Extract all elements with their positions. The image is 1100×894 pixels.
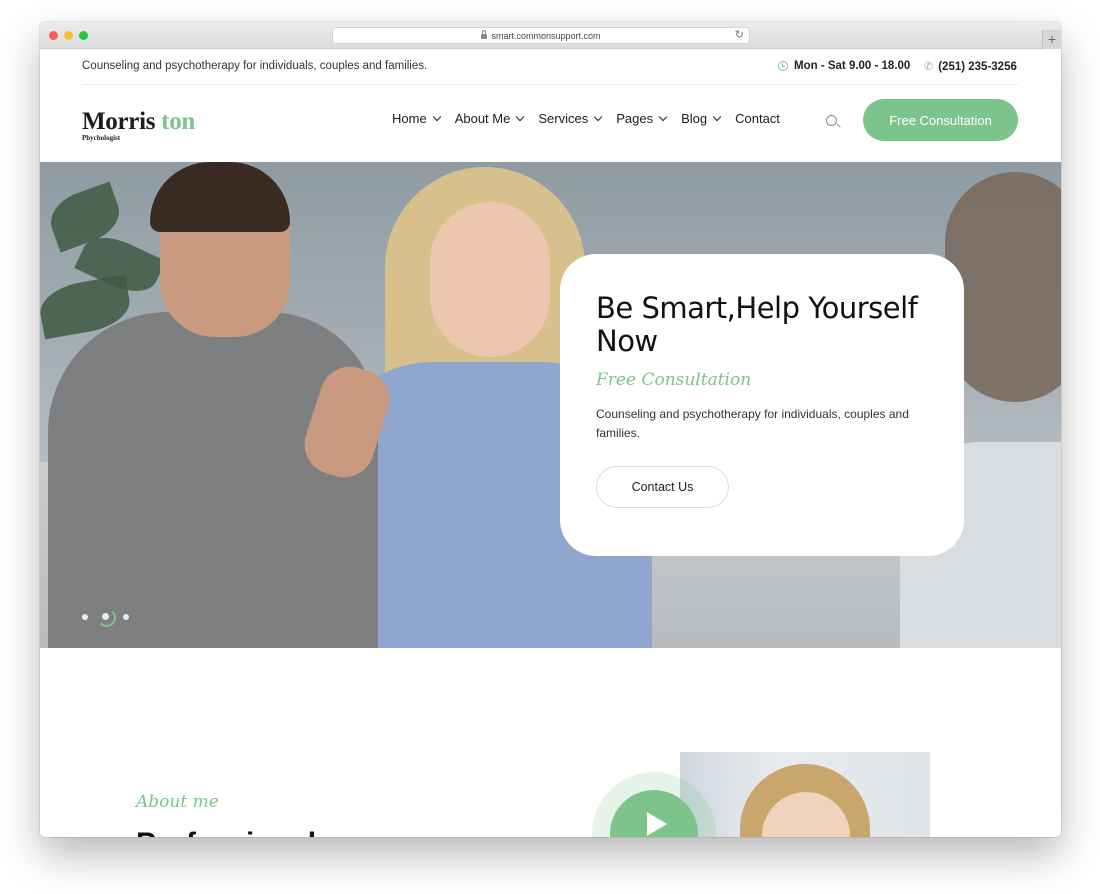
new-tab-button[interactable]: + xyxy=(1042,30,1061,49)
nav-item-contact[interactable]: Contact xyxy=(735,111,780,126)
reload-icon[interactable]: ↻ xyxy=(735,28,744,41)
topbar-divider xyxy=(82,84,1018,85)
opening-hours: Mon - Sat 9.00 - 18.00 xyxy=(778,60,910,72)
man-figure-body xyxy=(48,312,378,648)
nav-item-pages[interactable]: Pages xyxy=(616,111,668,126)
about-section-heading: Professional xyxy=(136,827,316,837)
free-consultation-button[interactable]: Free Consultation xyxy=(863,99,1018,141)
nav-item-label: About Me xyxy=(454,111,511,126)
nav-item-home[interactable]: Home xyxy=(392,111,441,126)
nav-item-label: Home xyxy=(392,111,427,126)
phone-number-text: (251) 235-3256 xyxy=(938,60,1017,73)
slider-pagination xyxy=(82,608,143,627)
slider-dot[interactable] xyxy=(123,613,129,620)
minimize-window-icon[interactable] xyxy=(64,31,73,40)
close-window-icon[interactable] xyxy=(49,31,58,40)
about-photo xyxy=(680,752,930,837)
opening-hours-text: Mon - Sat 9.00 - 18.00 xyxy=(794,60,911,72)
site-logo[interactable]: Morris ton Phychologist xyxy=(82,108,195,142)
search-icon[interactable] xyxy=(826,115,837,126)
lock-icon xyxy=(481,30,488,39)
contact-us-button[interactable]: Contact Us xyxy=(596,466,729,508)
phone-number[interactable]: ✆ (251) 235-3256 xyxy=(924,60,1017,74)
woman-figure-face xyxy=(430,202,550,357)
play-icon xyxy=(647,812,667,836)
nav-item-services[interactable]: Services xyxy=(538,111,603,126)
hero-description: Counseling and psychotherapy for individ… xyxy=(596,407,909,440)
main-navigation: Home About Me Services Pages Blog Contac… xyxy=(392,111,795,126)
top-info-bar: Counseling and psychotherapy for individ… xyxy=(40,49,1061,85)
chevron-down-icon xyxy=(593,112,603,121)
phone-icon: ✆ xyxy=(924,61,934,73)
nav-item-label: Pages xyxy=(616,111,654,126)
chevron-down-icon xyxy=(516,112,525,121)
nav-item-label: Contact xyxy=(735,111,780,126)
about-section-label: About me xyxy=(136,792,219,812)
chevron-down-icon xyxy=(432,112,441,121)
address-bar[interactable]: smart.commonsupport.com ↻ xyxy=(332,27,750,44)
nav-item-label: Blog xyxy=(681,111,708,126)
hero-title: Be Smart,Help Yourself Now xyxy=(596,291,918,358)
topbar-tagline: Counseling and psychotherapy for individ… xyxy=(82,60,428,72)
browser-window: smart.commonsupport.com ↻ + Counseling a… xyxy=(40,22,1061,837)
hero-card: Be Smart,Help Yourself Now Free Consulta… xyxy=(560,254,964,556)
clock-icon xyxy=(778,61,788,71)
hero-slider: Be Smart,Help Yourself Now Free Consulta… xyxy=(40,162,1061,648)
maximize-window-icon[interactable] xyxy=(79,31,88,40)
nav-item-label: Services xyxy=(538,111,589,126)
chevron-down-icon xyxy=(712,112,722,121)
logo-name-part2: ton xyxy=(161,108,196,135)
chevron-down-icon xyxy=(658,112,668,121)
url-text: smart.commonsupport.com xyxy=(491,30,601,41)
logo-name-part1: Morris xyxy=(82,108,156,135)
logo-name: Morris ton xyxy=(82,108,195,136)
browser-chrome: smart.commonsupport.com ↻ + xyxy=(40,22,1061,49)
slider-dot-active[interactable] xyxy=(97,608,116,627)
nav-item-blog[interactable]: Blog xyxy=(681,111,722,126)
hero-script-label: Free Consultation xyxy=(596,370,752,390)
slider-dot[interactable] xyxy=(82,613,88,620)
nav-item-about-me[interactable]: About Me xyxy=(454,111,525,126)
